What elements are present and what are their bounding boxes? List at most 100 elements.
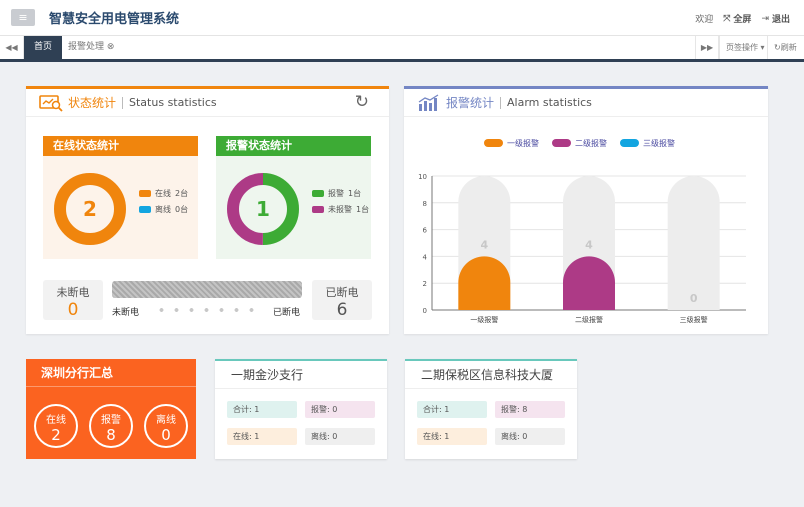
- legend-offline: 离线 0台: [139, 204, 188, 215]
- legend-swatch-alarm: [312, 190, 324, 197]
- power-dots: [154, 308, 264, 312]
- legend-alarm-count: 1台: [348, 189, 362, 198]
- branch-summary-title: 深圳分行汇总: [26, 359, 196, 387]
- y-tick-label: 8: [423, 200, 427, 208]
- menu-toggle-button[interactable]: ≡: [11, 9, 35, 26]
- status-title-en: Status statistics: [129, 96, 217, 109]
- status-panel-header: 状态统计 Status statistics ↻: [26, 89, 389, 117]
- online-donut-chart: 2: [54, 173, 126, 245]
- branch-alarm-value: 8: [106, 426, 116, 444]
- site-offline-chip: 离线: 0: [495, 428, 565, 445]
- site-alarm-chip: 报警: 0: [305, 401, 375, 418]
- y-tick-label: 6: [423, 227, 428, 235]
- site-offline-chip: 离线: 0: [305, 428, 375, 445]
- legend-swatch-1: [552, 139, 571, 147]
- top-bar: ≡ 智慧安全用电管理系统 欢迎 ⤧ 全屏 ⇥ 退出: [0, 0, 804, 36]
- bar-1[interactable]: [563, 256, 615, 310]
- branch-summary-card[interactable]: 深圳分行汇总 在线 2 报警 8 离线 0: [26, 359, 196, 459]
- fullscreen-button[interactable]: ⤧ 全屏: [723, 12, 752, 26]
- site-card-jinsha[interactable]: 一期金沙支行 合计: 1 报警: 0 在线: 1 离线: 0: [215, 359, 387, 459]
- power-bar-right-label: 已断电: [273, 308, 301, 318]
- alarm-title-cn: 报警统计: [446, 96, 495, 110]
- monitor-search-icon: [39, 94, 63, 112]
- fullscreen-label: 全屏: [733, 15, 752, 25]
- bar-background: [667, 176, 720, 310]
- page-ops-dropdown[interactable]: 页签操作 ▾: [719, 36, 771, 59]
- legend-label-2: 三级报警: [643, 138, 675, 148]
- logout-button[interactable]: ⇥ 退出: [761, 12, 790, 26]
- app-title: 智慧安全用电管理系统: [49, 12, 180, 27]
- site-total-chip: 合计: 1: [227, 401, 297, 418]
- legend-online: 在线 2台: [139, 188, 188, 199]
- status-statistics-panel: 状态统计 Status statistics ↻ 在线状态统计 2 在线 2台 …: [26, 86, 389, 334]
- tab-alarm-handling[interactable]: 报警处理 ⊗: [58, 36, 124, 59]
- title-separator: [122, 96, 124, 109]
- site-online-chip: 在线: 1: [417, 428, 487, 445]
- top-right-actions: 欢迎 ⤧ 全屏 ⇥ 退出: [695, 12, 790, 26]
- alarm-status-box: 报警状态统计 1 报警 1台 未报警 1台: [216, 136, 371, 259]
- x-tick-label: 一级报警: [470, 315, 498, 324]
- tab-scroll-right-icon[interactable]: ▶▶: [695, 36, 719, 59]
- bar-value-label: 0: [690, 292, 698, 305]
- alarm-title-en: Alarm statistics: [507, 96, 592, 109]
- y-tick-label: 0: [423, 307, 427, 315]
- legend-alarm: 报警 1台: [312, 188, 361, 199]
- branch-alarm-circle: 报警 8: [89, 404, 133, 448]
- branch-offline-label: 离线: [156, 415, 176, 426]
- reload-icon[interactable]: ↻: [355, 92, 369, 112]
- legend-label-0: 一级报警: [507, 138, 539, 148]
- not-cut-label: 未断电: [56, 286, 90, 299]
- logout-label: 退出: [771, 15, 790, 25]
- branch-online-value: 2: [51, 426, 61, 444]
- legend-alarm-label: 报警: [328, 189, 344, 198]
- legend-online-label: 在线: [155, 189, 171, 198]
- branch-offline-value: 0: [161, 426, 171, 444]
- title-separator: [500, 96, 502, 109]
- cut-label: 已断电: [325, 286, 359, 299]
- site-alarm-chip: 报警: 8: [495, 401, 565, 418]
- alarm-donut-chart: 1: [227, 173, 299, 245]
- alarm-donut-center: 1: [256, 197, 270, 221]
- tab-bar: ◀◀ 首页 报警处理 ⊗ ▶▶ 页签操作 ▾ ↻刷新: [0, 36, 804, 62]
- site-title: 一期金沙支行: [215, 361, 387, 389]
- logout-icon: ⇥: [761, 13, 769, 24]
- cut-counter: 已断电 6: [312, 280, 372, 320]
- site-total-chip: 合计: 1: [417, 401, 487, 418]
- tab-scroll-left-icon[interactable]: ◀◀: [0, 36, 24, 59]
- cut-value: 6: [336, 300, 348, 320]
- status-title-cn: 状态统计: [68, 96, 117, 110]
- legend-offline-label: 离线: [155, 205, 171, 214]
- legend-swatch-2: [620, 139, 639, 147]
- online-status-box: 在线状态统计 2 在线 2台 离线 0台: [43, 136, 198, 259]
- alarm-panel-header: 报警统计 Alarm statistics: [404, 89, 768, 117]
- bar-chart-icon: [418, 93, 439, 111]
- legend-swatch-online: [139, 190, 151, 197]
- tab-home[interactable]: 首页: [24, 36, 63, 59]
- legend-no-alarm-count: 1台: [356, 205, 370, 214]
- legend-label-1: 二级报警: [575, 138, 607, 148]
- alarm-bar-chart: 一级报警 二级报警 三级报警02468104一级报警4二级报警0三级报警: [418, 138, 746, 324]
- legend-no-alarm-label: 未报警: [328, 205, 352, 214]
- branch-alarm-label: 报警: [101, 415, 121, 426]
- y-tick-label: 4: [423, 253, 428, 261]
- legend-online-count: 2台: [175, 189, 189, 198]
- refresh-button[interactable]: ↻刷新: [767, 36, 803, 59]
- y-tick-label: 10: [418, 173, 427, 181]
- not-cut-value: 0: [67, 300, 79, 320]
- branch-online-circle: 在线 2: [34, 404, 78, 448]
- expand-icon: ⤧: [723, 13, 731, 24]
- site-title: 二期保税区信息科技大厦: [405, 361, 577, 389]
- refresh-label: 刷新: [780, 43, 797, 52]
- site-card-bonded-zone[interactable]: 二期保税区信息科技大厦 合计: 1 报警: 8 在线: 1 离线: 0: [405, 359, 577, 459]
- alarm-status-title: 报警状态统计: [216, 136, 371, 156]
- bar-0[interactable]: [458, 256, 511, 310]
- refresh-icon: ↻: [774, 43, 781, 52]
- alarm-statistics-panel: 报警统计 Alarm statistics 一级报警 二级报警 三级报警 0 2 4 6 8 1…: [404, 86, 768, 334]
- legend-no-alarm: 未报警 1台: [312, 204, 369, 215]
- bar-value-label: 4: [481, 238, 489, 251]
- online-donut-center: 2: [83, 197, 97, 221]
- power-bar-left-label: 未断电: [112, 308, 140, 318]
- x-tick-label: 二级报警: [575, 315, 603, 324]
- legend-swatch-offline: [139, 206, 151, 213]
- power-progress-bar: [112, 281, 302, 298]
